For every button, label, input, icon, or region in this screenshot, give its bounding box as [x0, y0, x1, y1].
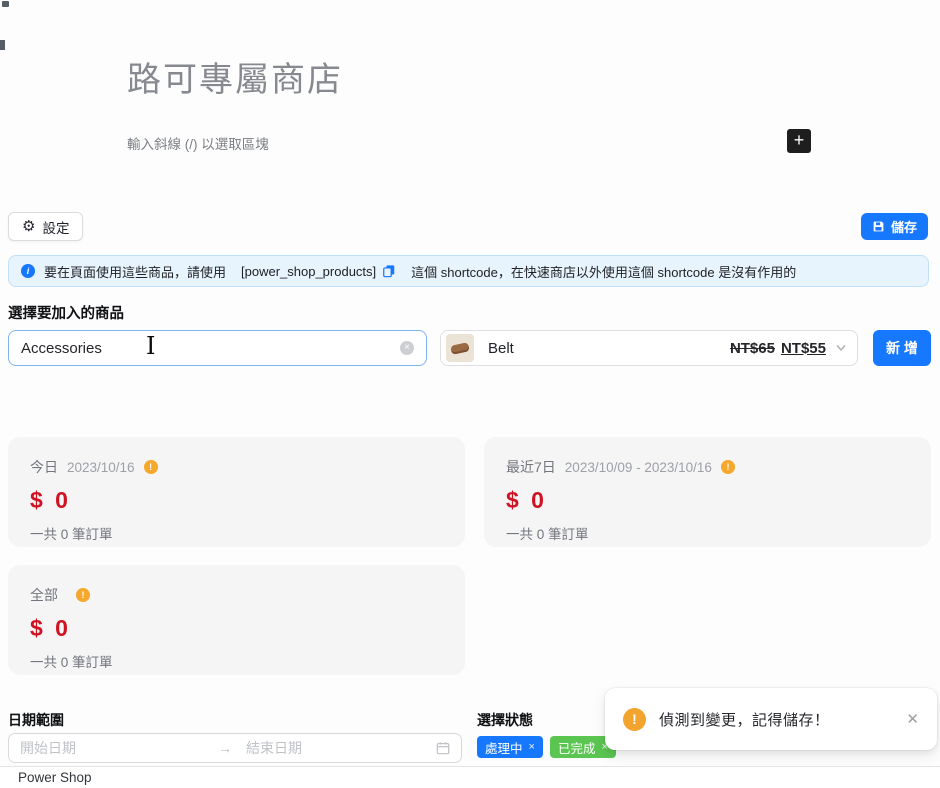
stat-orders: 一共 0 筆訂單 [30, 651, 443, 671]
breadcrumb-block-name[interactable]: Power Shop [18, 770, 92, 785]
save-icon [872, 220, 885, 233]
copy-icon[interactable] [382, 264, 396, 278]
arrow-right-icon: → [218, 740, 232, 756]
add-product-button[interactable]: 新 增 [873, 330, 931, 366]
save-button[interactable]: 儲存 [861, 213, 928, 240]
remove-tag-icon[interactable]: × [529, 741, 535, 753]
stat-card-all: 全部 ! $ 0 一共 0 筆訂單 [8, 565, 465, 675]
date-range-label: 日期範圍 [8, 710, 64, 730]
banner-text-before: 要在頁面使用這些商品，請使用 [44, 262, 226, 281]
product-picker-label: 選擇要加入的商品 [8, 302, 124, 323]
calendar-icon[interactable] [436, 741, 450, 755]
status-tag-label: 處理中 [485, 738, 523, 757]
stat-card-last7days: 最近7日 2023/10/09 - 2023/10/16 ! $ 0 一共 0 … [484, 437, 931, 547]
stat-label: 今日 [30, 457, 58, 477]
save-button-label: 儲存 [891, 217, 917, 236]
stat-amount: $ 0 [506, 487, 909, 514]
clear-search-icon[interactable]: × [400, 341, 414, 355]
settings-button[interactable]: ⚙ 設定 [8, 212, 83, 241]
product-select[interactable]: Belt NT$65 NT$55 [440, 330, 858, 366]
warning-circle-icon[interactable]: ! [721, 460, 735, 474]
warning-circle-icon[interactable]: ! [144, 460, 158, 474]
product-search-box[interactable]: × [8, 330, 427, 366]
plus-icon: + [794, 130, 805, 150]
warning-circle-icon: ! [623, 708, 646, 731]
chevron-down-icon [835, 342, 847, 354]
stat-label: 最近7日 [506, 457, 556, 477]
stat-label: 全部 [30, 585, 58, 605]
clipped-icon-fragment [2, 1, 9, 7]
product-thumbnail [446, 334, 474, 362]
status-select-label: 選擇狀態 [477, 710, 533, 730]
stat-card-today: 今日 2023/10/16 ! $ 0 一共 0 筆訂單 [8, 437, 465, 547]
footer-bar [0, 767, 940, 788]
shortcode-info-banner: i 要在頁面使用這些商品，請使用 [power_shop_products] 這… [8, 255, 929, 287]
stat-date: 2023/10/09 - 2023/10/16 [565, 460, 712, 475]
product-search-input[interactable] [21, 340, 400, 357]
status-tag-label: 已完成 [558, 738, 596, 757]
belt-image [450, 342, 469, 355]
text-cursor-icon: I [146, 332, 155, 360]
block-inserter-button[interactable]: + [787, 129, 811, 153]
clipped-icon-fragment [0, 40, 5, 50]
block-placeholder[interactable]: 輸入斜線 (/) 以選取區塊 [127, 133, 269, 153]
toast-message: 偵測到變更，記得儲存！ [659, 709, 893, 730]
stat-orders: 一共 0 筆訂單 [30, 523, 443, 543]
stat-amount: $ 0 [30, 487, 443, 514]
info-circle-icon: i [21, 264, 35, 278]
status-tags: 處理中 × 已完成 × [477, 736, 616, 758]
stat-date: 2023/10/16 [67, 460, 135, 475]
stat-orders: 一共 0 筆訂單 [506, 523, 909, 543]
price-original: NT$65 [730, 340, 775, 357]
product-name: Belt [488, 340, 514, 357]
banner-text-after: 這個 shortcode，在快速商店以外使用這個 shortcode 是沒有作用… [411, 262, 796, 281]
settings-button-label: 設定 [42, 217, 69, 237]
date-range-picker[interactable]: 開始日期 → 結束日期 [8, 733, 462, 763]
unsaved-changes-toast: ! 偵測到變更，記得儲存！ ✕ [605, 688, 937, 750]
gear-icon: ⚙ [22, 219, 35, 234]
end-date-input[interactable]: 結束日期 [246, 738, 436, 758]
price-sale: NT$55 [781, 340, 826, 357]
status-tag-processing[interactable]: 處理中 × [477, 736, 543, 758]
page-title[interactable]: 路可專屬商店 [127, 52, 343, 101]
stat-amount: $ 0 [30, 615, 443, 642]
start-date-input[interactable]: 開始日期 [20, 738, 218, 758]
close-icon[interactable]: ✕ [906, 710, 919, 728]
shortcode-text: [power_shop_products] [241, 264, 376, 279]
warning-circle-icon[interactable]: ! [76, 588, 90, 602]
